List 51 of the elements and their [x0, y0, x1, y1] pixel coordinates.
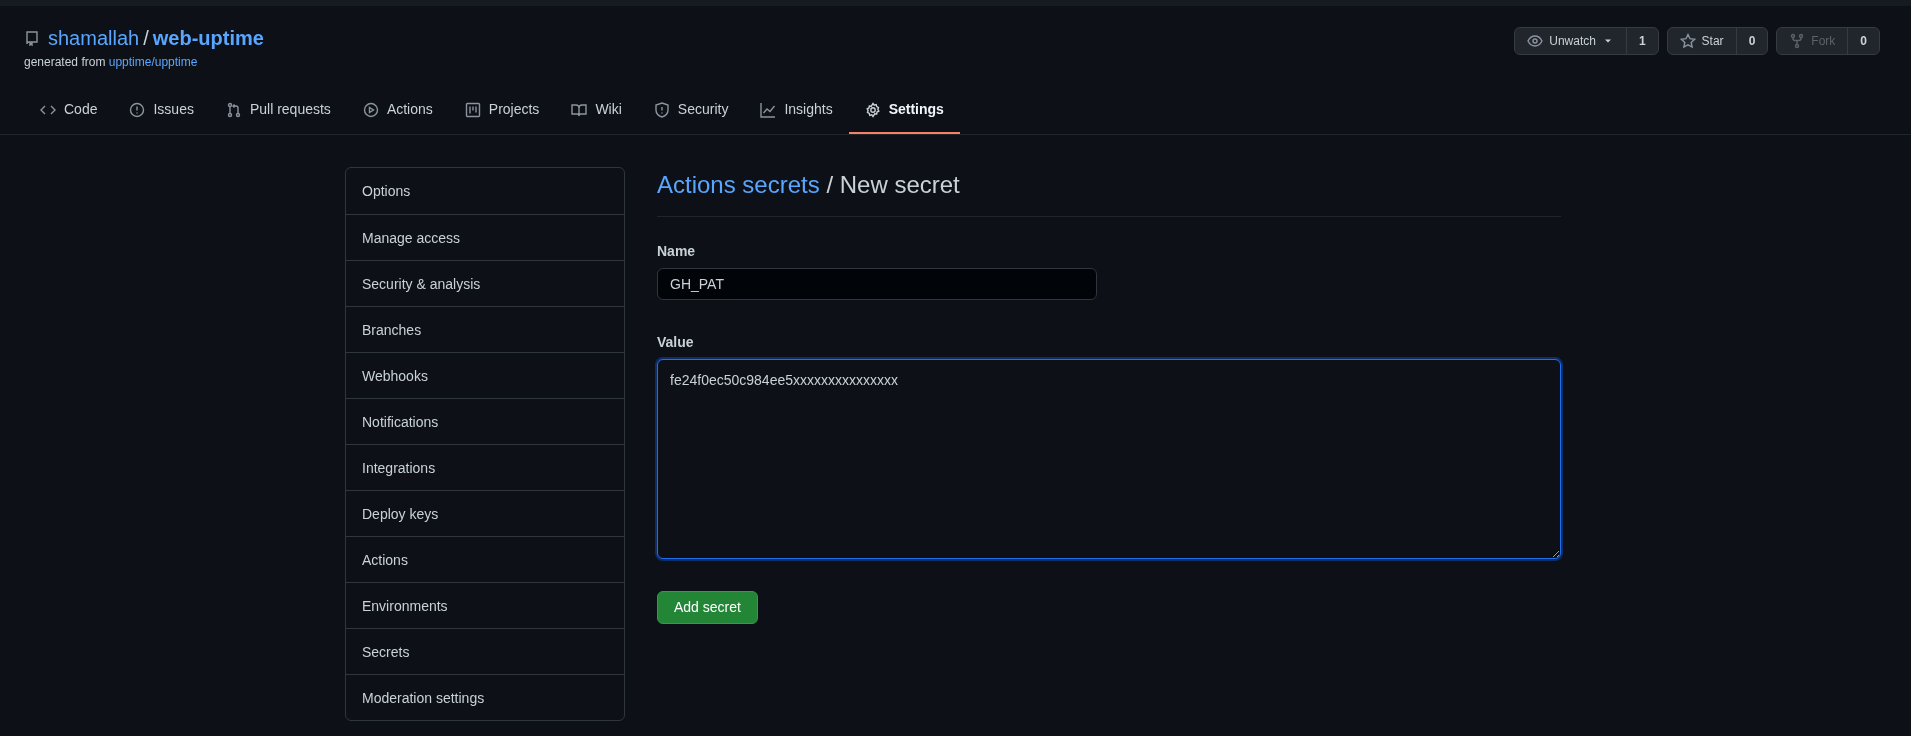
settings-menu-item[interactable]: Options	[346, 168, 624, 214]
field-label: Name	[657, 241, 696, 261]
repo-tab[interactable]: Issues	[113, 91, 210, 134]
issue-icon	[129, 101, 146, 118]
settings-menu-item[interactable]: Security & analysis	[346, 260, 624, 306]
star-button[interactable]: Star	[1667, 28, 1736, 54]
breadcrumb-separator: /	[826, 171, 834, 198]
play-icon	[362, 101, 379, 118]
gear-icon	[864, 101, 881, 118]
settings-menu-item[interactable]: Deploy keys	[346, 490, 624, 536]
settings-menu-item[interactable]: Secrets	[346, 628, 624, 674]
repo-tab[interactable]: Pull requests	[209, 91, 347, 134]
repo-tab[interactable]: Projects	[448, 91, 556, 134]
path-separator: /	[143, 26, 149, 51]
value-input[interactable]: fe24f0ec50c984ee5xxxxxxxxxxxxxxx	[657, 358, 1561, 559]
settings-menu-item[interactable]: Branches	[346, 306, 624, 352]
repo-tab[interactable]: Settings	[848, 91, 960, 134]
repo-tab[interactable]: Wiki	[555, 91, 638, 134]
count-label: 0	[1847, 28, 1879, 54]
repo-tab[interactable]: Security	[637, 91, 745, 134]
star-icon	[1679, 33, 1696, 49]
repo-name-link[interactable]: web-uptime	[152, 23, 264, 53]
settings-menu-item[interactable]: Notifications	[346, 398, 624, 444]
settings-menu-item[interactable]: Moderation settings	[346, 674, 624, 720]
settings-menu-item[interactable]: Actions	[346, 536, 624, 582]
name-input[interactable]: GH_PAT	[657, 267, 1097, 300]
graph-icon	[760, 101, 777, 118]
shield-icon	[653, 101, 670, 118]
breadcrumb-link[interactable]: Actions secrets	[657, 171, 820, 198]
project-board-icon	[464, 101, 481, 118]
template-link[interactable]: upptime/upptime	[108, 55, 198, 69]
owner-link[interactable]: shamallah	[48, 23, 140, 53]
page-title: New secret	[839, 171, 960, 198]
settings-menu-item[interactable]: Webhooks	[346, 352, 624, 398]
field-label: Value	[657, 332, 694, 352]
settings-menu-item[interactable]: Environments	[346, 582, 624, 628]
book-icon	[571, 101, 588, 118]
repo-icon	[24, 30, 40, 46]
repo-tab[interactable]: Actions	[346, 91, 449, 134]
add-secret-button[interactable]: Add secret	[657, 590, 758, 624]
fork-icon	[1789, 33, 1806, 49]
eye-button[interactable]: Unwatch	[1515, 28, 1626, 54]
pull-request-icon	[225, 101, 242, 118]
count-label: 1	[1625, 28, 1658, 54]
settings-menu-item[interactable]: Integrations	[346, 444, 624, 490]
count-label: 0	[1735, 28, 1768, 54]
repo-tab[interactable]: Code	[24, 91, 114, 134]
generated-from-text: generated from	[24, 55, 106, 69]
repo-tab[interactable]: Insights	[744, 91, 849, 134]
settings-menu-item[interactable]: Manage access	[346, 214, 624, 260]
eye-icon	[1527, 33, 1544, 49]
